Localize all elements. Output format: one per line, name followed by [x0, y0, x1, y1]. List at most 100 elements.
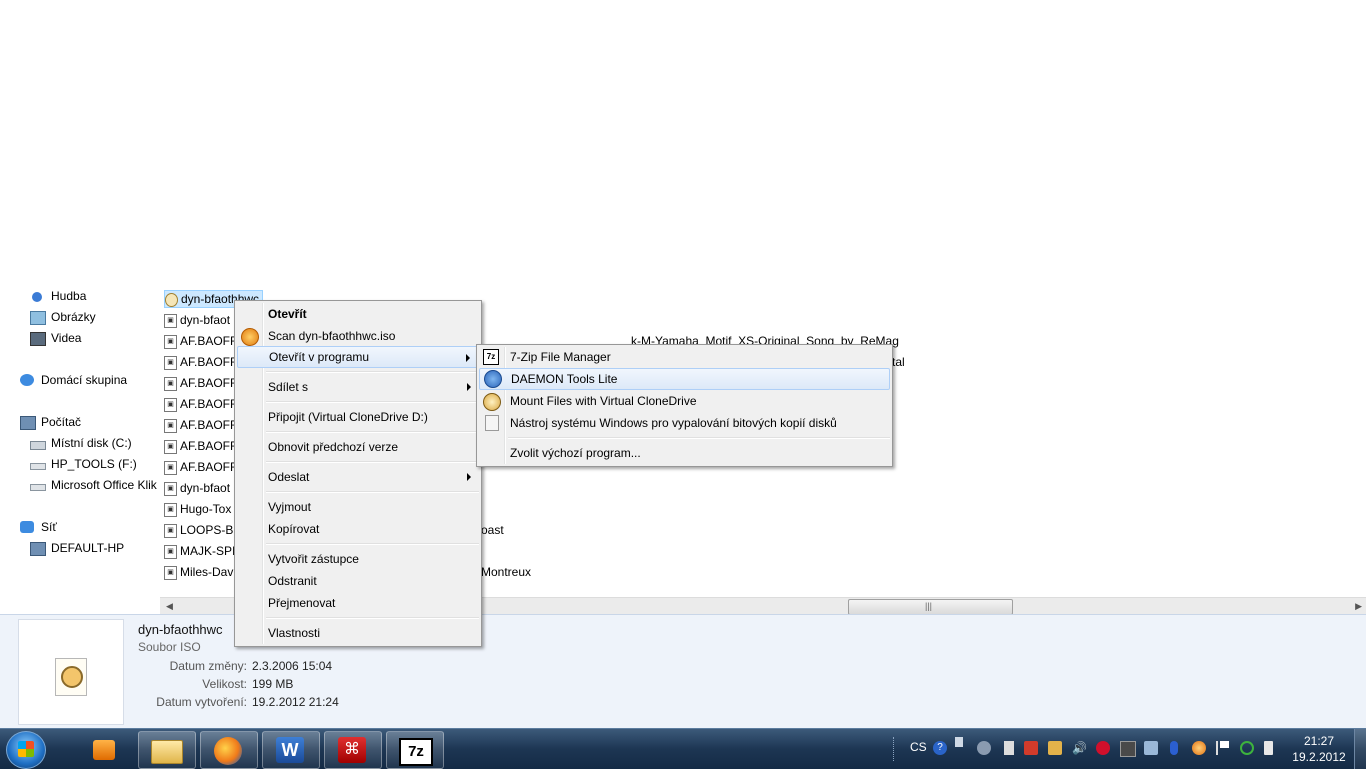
- taskbar-explorer[interactable]: [138, 731, 196, 769]
- file-row[interactable]: ▣ AF.BAOFF: [164, 394, 237, 414]
- network-tray-icon[interactable]: [1144, 741, 1158, 755]
- taskbar-7zip[interactable]: 7z: [386, 731, 444, 769]
- menu-separator: [266, 543, 479, 545]
- battery-icon[interactable]: [1264, 741, 1273, 755]
- gpu-icon[interactable]: [1120, 741, 1136, 757]
- menu-item-rename[interactable]: Přejmenovat: [237, 592, 479, 614]
- file-row[interactable]: ▣ Hugo-Tox: [164, 499, 231, 519]
- file-icon: ▣: [164, 481, 177, 496]
- file-row[interactable]: ▣ dyn-bfaot: [164, 478, 230, 498]
- menu-separator: [266, 431, 479, 433]
- created-value: 19.2.2012 21:24: [252, 695, 339, 709]
- word-icon: W: [276, 737, 304, 763]
- show-desktop-button[interactable]: [1354, 729, 1366, 769]
- menu-label: Otevřít v programu: [269, 350, 370, 364]
- bluetooth-icon[interactable]: [1170, 741, 1178, 755]
- clock[interactable]: 21:27 19.2.2012: [1290, 733, 1348, 765]
- computer-icon: [30, 542, 46, 556]
- action-center-flag-icon[interactable]: [1216, 741, 1232, 755]
- menu-item-copy[interactable]: Kopírovat: [237, 518, 479, 540]
- scroll-thumb[interactable]: |||: [848, 599, 1013, 615]
- taskbar-acrobat[interactable]: ⌘: [324, 731, 382, 769]
- file-row[interactable]: ▣ AF.BAOFF: [164, 331, 237, 351]
- file-row[interactable]: ▣ LOOPS-Bi: [164, 520, 236, 540]
- file-icon: ▣: [164, 460, 177, 475]
- windows-logo-icon: [18, 741, 34, 757]
- grip-icon: |||: [925, 601, 933, 611]
- file-row[interactable]: ▣ AF.BAOFF: [164, 436, 237, 456]
- antivirus-icon[interactable]: [1024, 741, 1038, 755]
- menu-item-share[interactable]: Sdílet s: [237, 376, 479, 398]
- scroll-right-icon[interactable]: ▶: [1355, 601, 1362, 612]
- keyboard-icon[interactable]: [955, 737, 963, 747]
- disc-burner-icon: [485, 415, 499, 431]
- wifi-icon[interactable]: [1240, 741, 1254, 755]
- menu-item-mount[interactable]: Připojit (Virtual CloneDrive D:): [237, 406, 479, 428]
- menu-separator: [266, 491, 479, 493]
- taskbar-firefox[interactable]: [200, 731, 258, 769]
- scroll-left-icon[interactable]: ◀: [166, 601, 173, 612]
- details-file-name: dyn-bfaothhwc: [138, 622, 223, 637]
- menu-label: Sdílet s: [268, 380, 309, 394]
- menu-separator: [266, 617, 479, 619]
- menu-item-send-to[interactable]: Odeslat: [237, 466, 479, 488]
- file-name: dyn-bfaot: [180, 481, 231, 495]
- nav-label: Microsoft Office Klik: [51, 478, 157, 492]
- submenu-item-disc-burner[interactable]: Nástroj systému Windows pro vypalování b…: [479, 412, 890, 434]
- submenu-item-clonedrive[interactable]: Mount Files with Virtual CloneDrive: [479, 390, 890, 412]
- file-row[interactable]: ▣ AF.BAOFF: [164, 457, 237, 477]
- submenu-item-choose-default[interactable]: Zvolit výchozí program...: [479, 442, 890, 464]
- nav-label: DEFAULT-HP: [51, 541, 125, 555]
- file-name: dyn-bfaot: [180, 313, 231, 327]
- submenu-item-daemon-tools[interactable]: DAEMON Tools Lite: [479, 368, 890, 390]
- menu-label: Připojit (Virtual CloneDrive D:): [268, 410, 428, 424]
- file-name: AF.BAOFF: [180, 397, 238, 411]
- start-button[interactable]: [6, 731, 46, 769]
- file-row[interactable]: ▣ MAJK-SPI: [164, 541, 235, 561]
- file-icon: ▣: [164, 523, 177, 538]
- file-name: Hugo-Tox: [180, 502, 232, 516]
- file-icon: ▣: [164, 418, 177, 433]
- menu-separator: [508, 437, 890, 439]
- file-row[interactable]: ▣ AF.BAOFF: [164, 415, 237, 435]
- menu-item-cut[interactable]: Vyjmout: [237, 496, 479, 518]
- menu-item-delete[interactable]: Odstranit: [237, 570, 479, 592]
- file-row[interactable]: ▣ AF.BAOFF: [164, 352, 237, 372]
- pen-icon[interactable]: [1048, 741, 1062, 755]
- menu-label: Scan dyn-bfaothhwc.iso: [268, 329, 396, 343]
- clock-date: 19.2.2012: [1292, 750, 1346, 764]
- menu-label: Vytvořit zástupce: [268, 552, 359, 566]
- homegroup-icon: [20, 374, 34, 386]
- open-with-submenu: 7z 7-Zip File Manager DAEMON Tools Lite …: [476, 344, 893, 467]
- submenu-item-7zip[interactable]: 7z 7-Zip File Manager: [479, 346, 890, 368]
- file-name: AF.BAOFF: [180, 334, 238, 348]
- modified-value: 2.3.2006 15:04: [252, 659, 333, 673]
- menu-item-open[interactable]: Otevřít: [237, 303, 479, 325]
- menu-item-properties[interactable]: Vlastnosti: [237, 622, 479, 644]
- 7zip-icon: 7z: [399, 738, 433, 766]
- menu-item-restore[interactable]: Obnovit předchozí verze: [237, 436, 479, 458]
- menu-item-open-with[interactable]: Otevřít v programu: [237, 346, 479, 368]
- menu-item-scan[interactable]: Scan dyn-bfaothhwc.iso: [237, 325, 479, 347]
- drive-icon: [30, 441, 46, 450]
- menu-label: Mount Files with Virtual CloneDrive: [510, 394, 697, 408]
- language-indicator[interactable]: CS: [910, 740, 927, 754]
- daemon-tray-icon[interactable]: [1192, 741, 1206, 755]
- iso-file-icon: ▣: [164, 313, 177, 328]
- taskbar-gripper: [893, 737, 900, 761]
- videos-icon: [30, 332, 46, 346]
- taskbar-media-player[interactable]: [76, 731, 134, 769]
- device-icon[interactable]: [977, 741, 991, 755]
- file-row[interactable]: ▣ AF.BAOFF: [164, 373, 237, 393]
- file-row[interactable]: ▣ dyn-bfaot: [164, 310, 230, 330]
- taskbar-word[interactable]: W: [262, 731, 320, 769]
- menu-item-create-shortcut[interactable]: Vytvořit zástupce: [237, 548, 479, 570]
- menu-label: Vyjmout: [268, 500, 311, 514]
- file-icon: ▣: [164, 376, 177, 391]
- clonedrive-icon: [483, 393, 501, 411]
- help-icon[interactable]: ?: [933, 741, 947, 755]
- file-row[interactable]: ▣ Miles-Dav: [164, 562, 233, 582]
- adobe-updater-icon[interactable]: [1096, 741, 1110, 755]
- volume-icon[interactable]: 🔊: [1072, 741, 1087, 755]
- signal-icon[interactable]: [1000, 741, 1014, 755]
